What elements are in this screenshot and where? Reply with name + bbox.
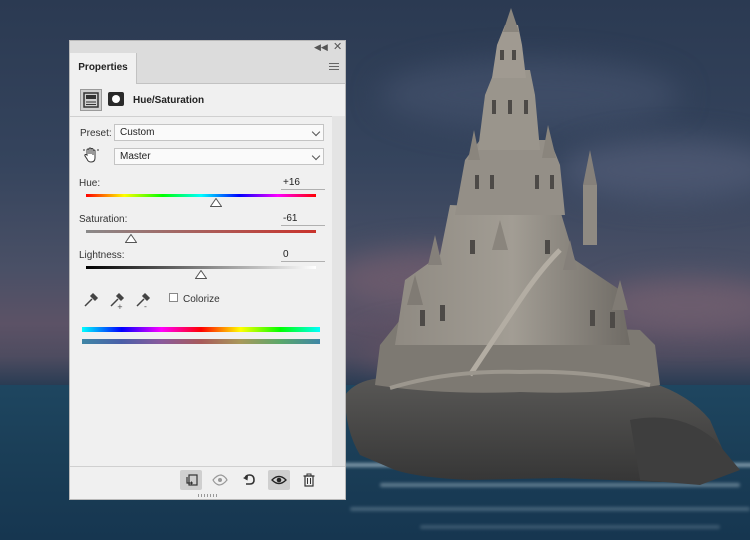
channel-select[interactable]: Master (114, 148, 324, 165)
reset-button[interactable] (238, 470, 260, 490)
delete-button[interactable] (298, 470, 320, 490)
preset-value: Custom (120, 127, 155, 138)
clip-to-layer-button[interactable] (180, 470, 202, 490)
hue-saturation-adjustment-icon[interactable] (80, 89, 102, 111)
saturation-value-field[interactable]: -61 (281, 213, 325, 226)
input-color-ramp (82, 327, 320, 332)
lightness-slider-track[interactable] (86, 266, 316, 269)
adjustment-title: Hue/Saturation (133, 95, 205, 106)
hue-label: Hue: (79, 178, 101, 189)
svg-text:+: + (117, 303, 123, 309)
hue-value-field[interactable]: +16 (281, 177, 325, 190)
targeted-adjustment-hand-icon[interactable] (82, 146, 100, 164)
visibility-eye-icon (271, 475, 287, 485)
channel-value: Master (120, 151, 151, 162)
clip-to-layer-icon (186, 474, 198, 486)
properties-panel: ◀◀ ✕ Properties Hue/Saturation Preset: C… (69, 40, 346, 500)
eyedropper-minus-icon[interactable]: - (134, 291, 152, 311)
visibility-button[interactable] (268, 470, 290, 490)
preset-label: Preset: (80, 128, 112, 139)
output-color-ramp (82, 339, 320, 344)
collapse-icon[interactable]: ◀◀ (314, 41, 328, 53)
colorize-label[interactable]: Colorize (183, 294, 220, 305)
layer-mask-icon[interactable] (108, 92, 124, 106)
view-previous-state-icon (212, 474, 228, 486)
reset-icon (243, 474, 255, 485)
chevron-down-icon (311, 151, 321, 161)
saturation-slider-track[interactable] (86, 230, 316, 233)
lightness-label: Lightness: (79, 250, 125, 261)
panel-menu-icon[interactable] (329, 63, 339, 71)
tab-bar: Properties (70, 53, 345, 84)
hue-slider-track[interactable] (86, 194, 316, 197)
tab-properties[interactable]: Properties (70, 53, 137, 84)
trash-icon (303, 473, 315, 487)
chevron-down-icon (311, 127, 321, 137)
eyedropper-plus-icon[interactable]: + (108, 291, 126, 311)
preset-select[interactable]: Custom (114, 124, 324, 141)
saturation-label: Saturation: (79, 214, 128, 225)
colorize-checkbox[interactable] (169, 293, 178, 302)
close-icon[interactable]: ✕ (333, 41, 342, 53)
svg-text:-: - (144, 302, 147, 309)
resize-grip[interactable] (198, 494, 218, 497)
eyedropper-icon[interactable] (82, 291, 100, 309)
view-previous-state-button[interactable] (209, 470, 231, 490)
panel-scrollbar[interactable] (332, 116, 345, 466)
lightness-value-field[interactable]: 0 (281, 249, 325, 262)
adjustment-header: Hue/Saturation (70, 84, 345, 117)
panel-footer (70, 466, 345, 493)
panel-title-bar[interactable]: ◀◀ ✕ (70, 41, 345, 53)
